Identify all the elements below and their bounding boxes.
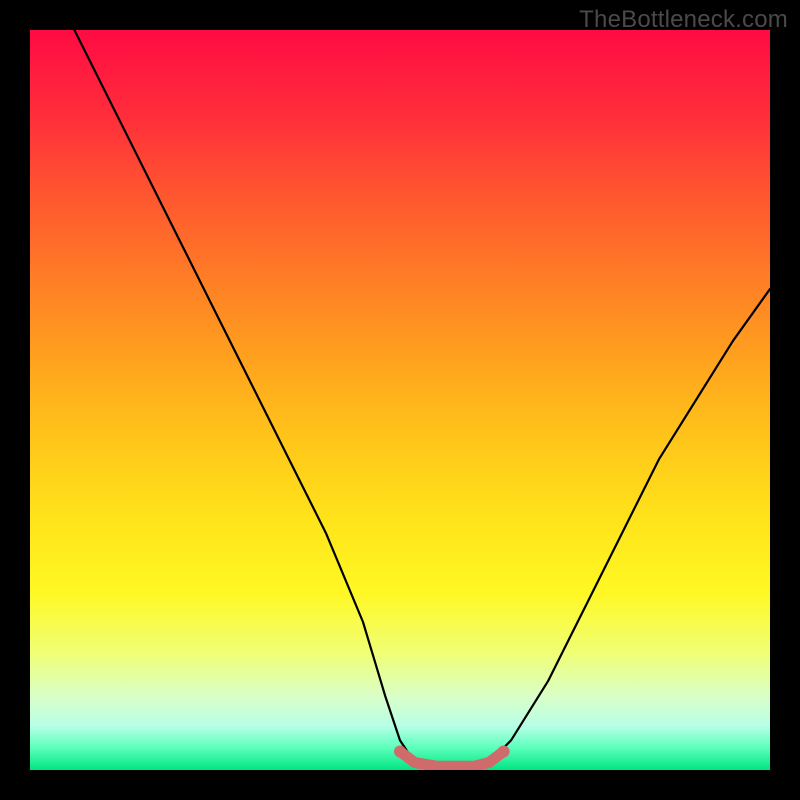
chart-frame: TheBottleneck.com	[0, 0, 800, 800]
plot-area	[30, 30, 770, 770]
flat-region-highlight	[400, 752, 504, 767]
watermark-text: TheBottleneck.com	[579, 6, 788, 34]
chart-svg	[30, 30, 770, 770]
highlight-endpoint-right	[498, 746, 510, 758]
highlight-endpoint-left	[394, 746, 406, 758]
bottleneck-curve	[74, 30, 770, 770]
